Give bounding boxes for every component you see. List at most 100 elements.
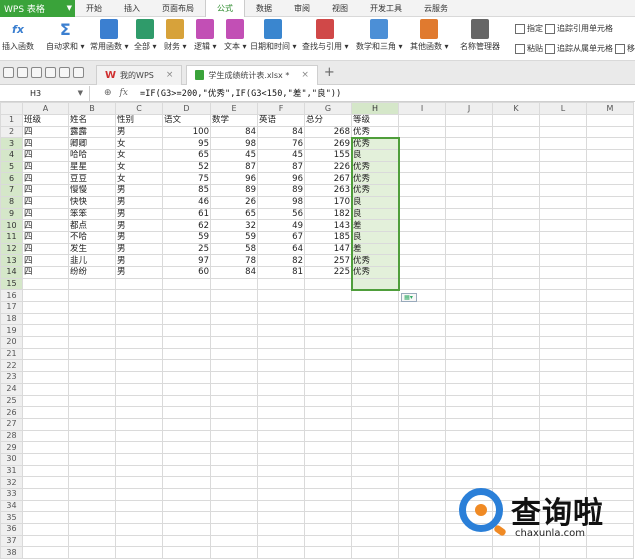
cell[interactable] xyxy=(586,277,634,291)
cell[interactable] xyxy=(445,195,493,209)
cell[interactable] xyxy=(304,347,352,361)
cell[interactable]: 四 xyxy=(22,242,69,256)
cell[interactable] xyxy=(22,359,69,373)
cell[interactable] xyxy=(115,394,163,408)
cell[interactable] xyxy=(210,382,258,396)
row-header[interactable]: 31 xyxy=(0,464,23,478)
cell[interactable] xyxy=(445,184,493,197)
cell[interactable] xyxy=(115,523,163,536)
cell[interactable] xyxy=(257,382,305,396)
row-header[interactable]: 10 xyxy=(0,219,23,232)
row-header[interactable]: 16 xyxy=(0,289,23,302)
cell[interactable]: 男 xyxy=(115,184,163,197)
cell[interactable] xyxy=(22,277,69,291)
cell[interactable] xyxy=(586,452,634,466)
cell[interactable] xyxy=(492,230,540,244)
undo-icon[interactable] xyxy=(59,67,70,78)
cell[interactable] xyxy=(398,499,446,513)
cell[interactable]: 49 xyxy=(257,219,305,232)
cell[interactable] xyxy=(68,488,116,501)
cell[interactable] xyxy=(210,394,258,408)
cell[interactable] xyxy=(162,347,211,361)
row-header[interactable]: 33 xyxy=(0,488,23,501)
cell[interactable] xyxy=(351,511,399,525)
cell[interactable] xyxy=(257,523,305,536)
ribbon-button-10[interactable]: 其他函数 ▾ xyxy=(410,19,449,52)
cell[interactable] xyxy=(398,429,446,443)
column-header[interactable]: G xyxy=(304,102,352,115)
row-header[interactable]: 7 xyxy=(0,184,23,197)
cell[interactable] xyxy=(210,312,258,326)
cell[interactable]: 快快 xyxy=(68,195,116,209)
cell[interactable]: 98 xyxy=(210,137,258,151)
cell[interactable]: 班级 xyxy=(22,114,69,127)
cell[interactable] xyxy=(351,464,399,478)
cell[interactable] xyxy=(586,429,634,443)
cell[interactable] xyxy=(539,160,587,174)
cell[interactable]: 发生 xyxy=(68,242,116,256)
cell[interactable] xyxy=(115,452,163,466)
select-all-corner[interactable] xyxy=(0,102,23,115)
cell[interactable] xyxy=(162,546,211,560)
cell[interactable] xyxy=(539,219,587,232)
cell[interactable] xyxy=(398,277,446,291)
cell[interactable] xyxy=(539,359,587,373)
cell[interactable] xyxy=(68,394,116,408)
cell[interactable] xyxy=(539,254,587,267)
cell[interactable] xyxy=(586,265,634,279)
cell[interactable] xyxy=(539,371,587,384)
cell[interactable] xyxy=(492,452,540,466)
cell[interactable] xyxy=(492,137,540,151)
cell[interactable] xyxy=(22,371,69,384)
cell[interactable] xyxy=(257,312,305,326)
cell[interactable] xyxy=(68,546,116,560)
cell[interactable]: 优秀 xyxy=(351,265,399,279)
cell[interactable] xyxy=(115,441,163,454)
cell[interactable] xyxy=(492,336,540,349)
cell[interactable] xyxy=(492,359,540,373)
cell[interactable] xyxy=(492,417,540,431)
cell[interactable] xyxy=(210,336,258,349)
cell[interactable] xyxy=(22,452,69,466)
column-header[interactable]: D xyxy=(162,102,211,115)
cell[interactable] xyxy=(162,359,211,373)
ribbon-button-4[interactable]: 财务 ▾ xyxy=(164,19,187,52)
cell[interactable]: 都点 xyxy=(68,219,116,232)
row-header[interactable]: 32 xyxy=(0,476,23,489)
cell[interactable] xyxy=(445,324,493,338)
row-header[interactable]: 8 xyxy=(0,195,23,209)
cell[interactable]: 良 xyxy=(351,195,399,209)
cell[interactable]: 四 xyxy=(22,172,69,186)
cell[interactable] xyxy=(492,242,540,256)
cell[interactable] xyxy=(539,184,587,197)
cell[interactable] xyxy=(22,336,69,349)
cell[interactable] xyxy=(162,476,211,489)
cell[interactable] xyxy=(398,511,446,525)
cell[interactable]: 性别 xyxy=(115,114,163,127)
cell[interactable] xyxy=(539,277,587,291)
cell[interactable] xyxy=(68,441,116,454)
cell[interactable] xyxy=(257,394,305,408)
cell[interactable] xyxy=(539,324,587,338)
cell[interactable] xyxy=(492,219,540,232)
save-icon[interactable] xyxy=(17,67,28,78)
cell[interactable] xyxy=(445,382,493,396)
cell[interactable]: 笨笨 xyxy=(68,207,116,221)
cell[interactable] xyxy=(68,289,116,302)
cell[interactable] xyxy=(257,289,305,302)
cell[interactable] xyxy=(539,452,587,466)
cell[interactable] xyxy=(304,429,352,443)
cell[interactable] xyxy=(304,464,352,478)
ribbon-button-3[interactable]: 全部 ▾ xyxy=(134,19,157,52)
cell[interactable] xyxy=(257,452,305,466)
cell[interactable] xyxy=(68,371,116,384)
cell[interactable] xyxy=(539,242,587,256)
row-header[interactable]: 2 xyxy=(0,125,23,139)
cell[interactable] xyxy=(398,114,446,127)
cell[interactable]: 46 xyxy=(162,195,211,209)
cell[interactable] xyxy=(492,277,540,291)
cell[interactable]: 露露 xyxy=(68,125,116,139)
cell[interactable]: 96 xyxy=(257,172,305,186)
cell[interactable]: 269 xyxy=(304,137,352,151)
cell[interactable] xyxy=(257,347,305,361)
